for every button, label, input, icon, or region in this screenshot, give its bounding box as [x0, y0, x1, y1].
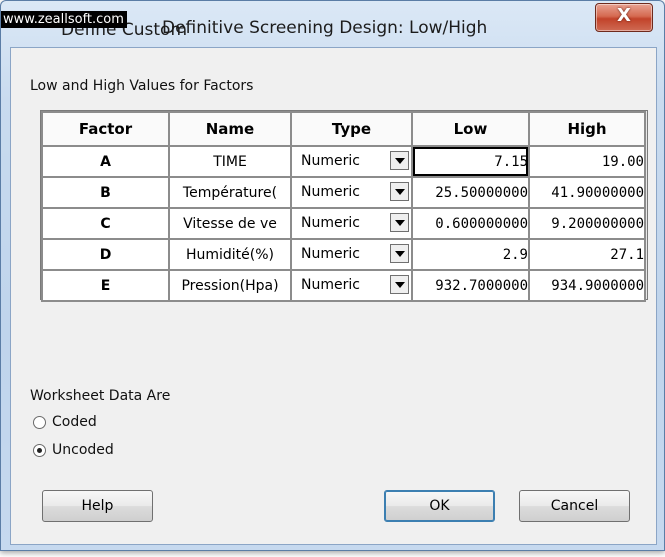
- chevron-down-icon[interactable]: [390, 182, 409, 201]
- radio-coded-label: Coded: [52, 414, 97, 430]
- high-cell[interactable]: 19.00: [528, 145, 646, 178]
- close-icon: X: [617, 5, 631, 26]
- low-cell[interactable]: 2.9: [411, 238, 530, 271]
- high-cell[interactable]: 41.90000000: [528, 176, 646, 209]
- factor-cell: C: [41, 207, 170, 240]
- column-header-factor: Factor: [41, 111, 170, 147]
- table-row: C Vitesse de ve Numeric 0.600000000 9.20…: [41, 207, 646, 240]
- title-bar[interactable]: Define Custom www.zeallsoft.com Definiti…: [1, 1, 664, 47]
- type-value: Numeric: [301, 277, 360, 293]
- type-cell[interactable]: Numeric: [290, 176, 413, 209]
- name-cell[interactable]: Pression(Hpa): [168, 269, 292, 302]
- low-cell[interactable]: 0.600000000: [411, 207, 530, 240]
- table-row: B Température( Numeric 25.50000000 41.90…: [41, 176, 646, 209]
- type-cell[interactable]: Numeric: [290, 269, 413, 302]
- table-row: D Humidité(%) Numeric 2.9 27.1: [41, 238, 646, 271]
- name-cell[interactable]: Vitesse de ve: [168, 207, 292, 240]
- type-value: Numeric: [301, 215, 360, 231]
- low-cell[interactable]: 932.7000000: [411, 269, 530, 302]
- chevron-down-icon[interactable]: [390, 151, 409, 170]
- radio-unchecked-icon[interactable]: [33, 416, 46, 429]
- worksheet-data-label: Worksheet Data Are: [30, 388, 171, 404]
- factors-group-label: Low and High Values for Factors: [30, 78, 254, 94]
- ok-button[interactable]: OK: [384, 490, 495, 522]
- chevron-down-icon[interactable]: [390, 244, 409, 263]
- table-row: E Pression(Hpa) Numeric 932.7000000 934.…: [41, 269, 646, 302]
- window-title: Definitive Screening Design: Low/High: [162, 18, 488, 38]
- factor-cell: D: [41, 238, 170, 271]
- type-cell[interactable]: Numeric: [290, 145, 413, 178]
- factor-cell: A: [41, 145, 170, 178]
- low-cell[interactable]: 25.50000000: [411, 176, 530, 209]
- column-header-name: Name: [168, 111, 292, 147]
- type-value: Numeric: [301, 153, 360, 169]
- type-cell[interactable]: Numeric: [290, 207, 413, 240]
- type-cell[interactable]: Numeric: [290, 238, 413, 271]
- column-header-low: Low: [411, 111, 530, 147]
- factor-cell: B: [41, 176, 170, 209]
- table-header-row: Factor Name Type Low High: [41, 111, 646, 147]
- radio-uncoded-label: Uncoded: [52, 442, 114, 458]
- chevron-down-icon[interactable]: [390, 213, 409, 232]
- high-cell[interactable]: 9.200000000: [528, 207, 646, 240]
- watermark-label: www.zeallsoft.com: [1, 11, 127, 28]
- factor-cell: E: [41, 269, 170, 302]
- factors-grid: Factor Name Type Low High A TIME Numeric…: [40, 110, 648, 302]
- cancel-button[interactable]: Cancel: [519, 490, 630, 522]
- radio-checked-icon[interactable]: [33, 444, 46, 457]
- help-button[interactable]: Help: [42, 490, 153, 522]
- high-cell[interactable]: 27.1: [528, 238, 646, 271]
- type-value: Numeric: [301, 184, 360, 200]
- close-button[interactable]: X: [595, 3, 653, 32]
- high-cell[interactable]: 934.9000000: [528, 269, 646, 302]
- name-cell[interactable]: Température(: [168, 176, 292, 209]
- chevron-down-icon[interactable]: [390, 275, 409, 294]
- column-header-high: High: [528, 111, 646, 147]
- factors-table: Factor Name Type Low High A TIME Numeric…: [41, 111, 646, 302]
- table-row: A TIME Numeric 7.15 19.00: [41, 145, 646, 178]
- name-cell[interactable]: Humidité(%): [168, 238, 292, 271]
- name-cell[interactable]: TIME: [168, 145, 292, 178]
- low-cell[interactable]: 7.15: [411, 145, 530, 178]
- type-value: Numeric: [301, 246, 360, 262]
- column-header-type: Type: [290, 111, 413, 147]
